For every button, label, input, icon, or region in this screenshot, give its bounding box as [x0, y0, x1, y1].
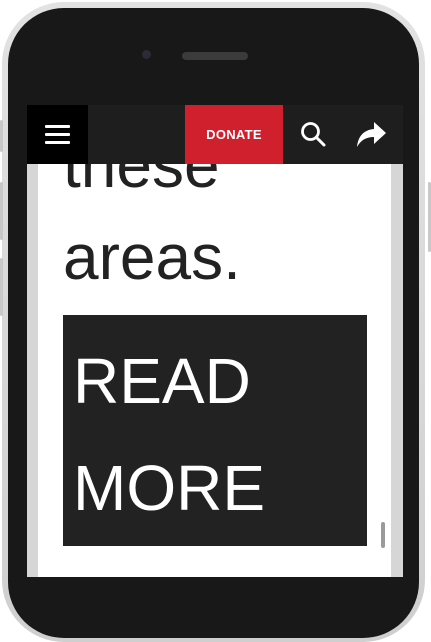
read-more-button[interactable]: READ MORE	[63, 315, 367, 546]
phone-mockup: these areas. READ MORE DONATE	[0, 0, 431, 642]
search-button[interactable]	[285, 105, 341, 164]
body-text-areas: areas.	[63, 221, 241, 293]
phone-side-button-left-mid	[0, 182, 3, 240]
phone-side-button-left-bottom	[0, 258, 3, 316]
page-content: these areas. READ MORE	[38, 105, 391, 577]
phone-side-button-left-top	[0, 120, 3, 152]
front-camera	[142, 50, 151, 59]
share-button[interactable]	[341, 105, 397, 164]
earpiece-speaker	[182, 52, 248, 60]
scrollbar-thumb[interactable]	[381, 522, 385, 548]
share-arrow-icon	[357, 122, 386, 147]
read-more-label-line2: MORE	[73, 452, 265, 524]
hamburger-menu-icon	[45, 125, 70, 145]
search-icon	[301, 122, 326, 147]
donate-button[interactable]: DONATE	[185, 105, 283, 164]
top-navbar: DONATE	[27, 105, 403, 164]
menu-button[interactable]	[27, 105, 88, 164]
read-more-label-line1: READ	[73, 345, 251, 417]
phone-screen: these areas. READ MORE DONATE	[27, 105, 403, 577]
